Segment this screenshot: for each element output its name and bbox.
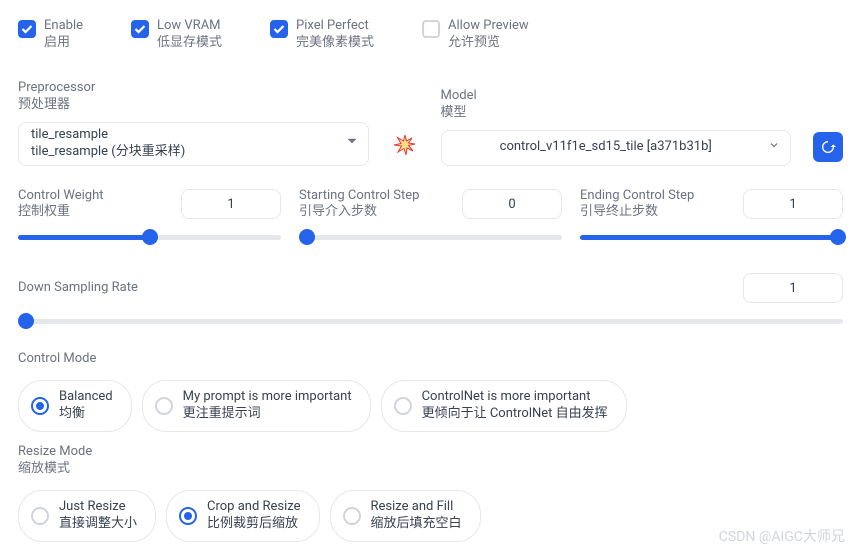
resize-mode-label-zh: 缩放模式 [18, 461, 70, 476]
radio-icon [179, 507, 197, 525]
control-mode-controlnet[interactable]: ControlNet is more important更倾向于让 Contro… [381, 380, 627, 432]
radio-icon [31, 397, 49, 415]
down-sampling-label: Down Sampling Rate [18, 280, 138, 297]
down-sampling-header: Down Sampling Rate 1 [18, 273, 843, 303]
control-weight-value[interactable]: 1 [181, 189, 281, 219]
control-mode-label: Control Mode [18, 351, 843, 368]
enable-checkbox-group[interactable]: Enable 启用 [18, 18, 83, 52]
pixel-perfect-checkbox-group[interactable]: Pixel Perfect 完美像素模式 [270, 18, 374, 52]
end-step-value[interactable]: 1 [743, 189, 843, 219]
model-col: Model 模型 control_v11f1e_sd15_tile [a371b… [441, 88, 792, 166]
control-weight-label-zh: 控制权重 [18, 204, 70, 219]
preprocessor-col: Preprocessor 预处理器 tile_resample tile_res… [18, 80, 369, 166]
end-step-col: Ending Control Step 引导终止步数 1 [580, 188, 843, 246]
enable-label-zh: 启用 [44, 35, 83, 52]
opt-zh: 缩放后填充空白 [371, 516, 462, 533]
control-weight-label: Control Weight 控制权重 [18, 188, 104, 222]
opt-en: Just Resize [59, 499, 137, 516]
start-step-col: Starting Control Step 引导介入步数 0 [299, 188, 562, 246]
opt-zh: 更注重提示词 [183, 406, 352, 423]
radio-icon [394, 397, 412, 415]
model-select[interactable]: control_v11f1e_sd15_tile [a371b31b] [441, 130, 792, 166]
down-sampling-value[interactable]: 1 [743, 273, 843, 303]
chevron-down-icon [768, 139, 780, 157]
model-label: Model 模型 [441, 88, 792, 122]
model-label-en: Model [441, 88, 477, 103]
opt-en: ControlNet is more important [422, 389, 608, 406]
opt-en: My prompt is more important [183, 389, 352, 406]
slider-row-1: Control Weight 控制权重 1 Starting Control S… [18, 188, 843, 246]
start-step-label-zh: 引导介入步数 [299, 204, 377, 219]
pixel-perfect-label-en: Pixel Perfect [296, 18, 374, 35]
end-step-label-en: Ending Control Step [580, 188, 694, 203]
preprocessor-label-en: Preprocessor [18, 80, 95, 95]
end-step-label: Ending Control Step 引导终止步数 [580, 188, 694, 222]
control-mode-balanced[interactable]: Balanced均衡 [18, 380, 132, 432]
control-weight-slider[interactable] [18, 229, 281, 245]
radio-icon [31, 507, 49, 525]
preprocessor-value-2: tile_resample (分块重采样) [31, 144, 336, 161]
enable-label: Enable 启用 [44, 18, 83, 52]
resize-mode-label-en: Resize Mode [18, 444, 92, 459]
start-step-label: Starting Control Step 引导介入步数 [299, 188, 419, 222]
allow-preview-checkbox-group[interactable]: Allow Preview 允许预览 [422, 18, 529, 52]
preprocessor-value-1: tile_resample [31, 127, 336, 144]
low-vram-label: Low VRAM 低显存模式 [157, 18, 222, 52]
low-vram-checkbox-group[interactable]: Low VRAM 低显存模式 [131, 18, 222, 52]
preprocessor-label-zh: 预处理器 [18, 97, 70, 112]
model-label-zh: 模型 [441, 105, 467, 120]
opt-zh: 均衡 [59, 406, 113, 423]
resize-mode-section: Resize Mode 缩放模式 Just Resize直接调整大小 Crop … [18, 444, 843, 542]
radio-icon [343, 507, 361, 525]
end-step-label-zh: 引导终止步数 [580, 204, 658, 219]
low-vram-label-zh: 低显存模式 [157, 35, 222, 52]
radio-icon [155, 397, 173, 415]
refresh-button[interactable] [813, 132, 843, 162]
control-mode-prompt[interactable]: My prompt is more important更注重提示词 [142, 380, 371, 432]
opt-zh: 更倾向于让 ControlNet 自由发挥 [422, 406, 608, 423]
preprocessor-label: Preprocessor 预处理器 [18, 80, 369, 114]
low-vram-label-en: Low VRAM [157, 18, 222, 35]
end-step-slider[interactable] [580, 229, 843, 245]
control-mode-section: Control Mode Balanced均衡 My prompt is mor… [18, 351, 843, 432]
control-mode-options: Balanced均衡 My prompt is more important更注… [18, 380, 843, 432]
allow-preview-label-zh: 允许预览 [448, 35, 529, 52]
preprocessor-model-row: Preprocessor 预处理器 tile_resample tile_res… [18, 80, 843, 166]
allow-preview-label-en: Allow Preview [448, 18, 529, 35]
resize-mode-options: Just Resize直接调整大小 Crop and Resize比例裁剪后缩放… [18, 490, 843, 542]
down-sampling-slider[interactable] [18, 313, 843, 329]
start-step-value[interactable]: 0 [462, 189, 562, 219]
opt-en: Crop and Resize [207, 499, 301, 516]
start-step-slider[interactable] [299, 229, 562, 245]
allow-preview-checkbox[interactable] [422, 20, 440, 38]
explosion-icon[interactable] [391, 132, 419, 160]
start-step-label-en: Starting Control Step [299, 188, 419, 203]
control-weight-col: Control Weight 控制权重 1 [18, 188, 281, 246]
resize-mode-label: Resize Mode 缩放模式 [18, 444, 843, 478]
resize-fill[interactable]: Resize and Fill缩放后填充空白 [330, 490, 481, 542]
pixel-perfect-checkbox[interactable] [270, 20, 288, 38]
allow-preview-label: Allow Preview 允许预览 [448, 18, 529, 52]
enable-checkbox[interactable] [18, 20, 36, 38]
opt-zh: 直接调整大小 [59, 516, 137, 533]
chevron-down-icon [346, 135, 358, 153]
model-value: control_v11f1e_sd15_tile [a371b31b] [500, 139, 712, 156]
opt-en: Balanced [59, 389, 113, 406]
pixel-perfect-label-zh: 完美像素模式 [296, 35, 374, 52]
enable-label-en: Enable [44, 18, 83, 35]
low-vram-checkbox[interactable] [131, 20, 149, 38]
opt-en: Resize and Fill [371, 499, 462, 516]
control-weight-label-en: Control Weight [18, 188, 104, 203]
preprocessor-select[interactable]: tile_resample tile_resample (分块重采样) [18, 122, 369, 166]
pixel-perfect-label: Pixel Perfect 完美像素模式 [296, 18, 374, 52]
checkbox-row: Enable 启用 Low VRAM 低显存模式 Pixel Perfect 完… [18, 18, 843, 52]
opt-zh: 比例裁剪后缩放 [207, 516, 301, 533]
resize-crop[interactable]: Crop and Resize比例裁剪后缩放 [166, 490, 320, 542]
resize-just[interactable]: Just Resize直接调整大小 [18, 490, 156, 542]
